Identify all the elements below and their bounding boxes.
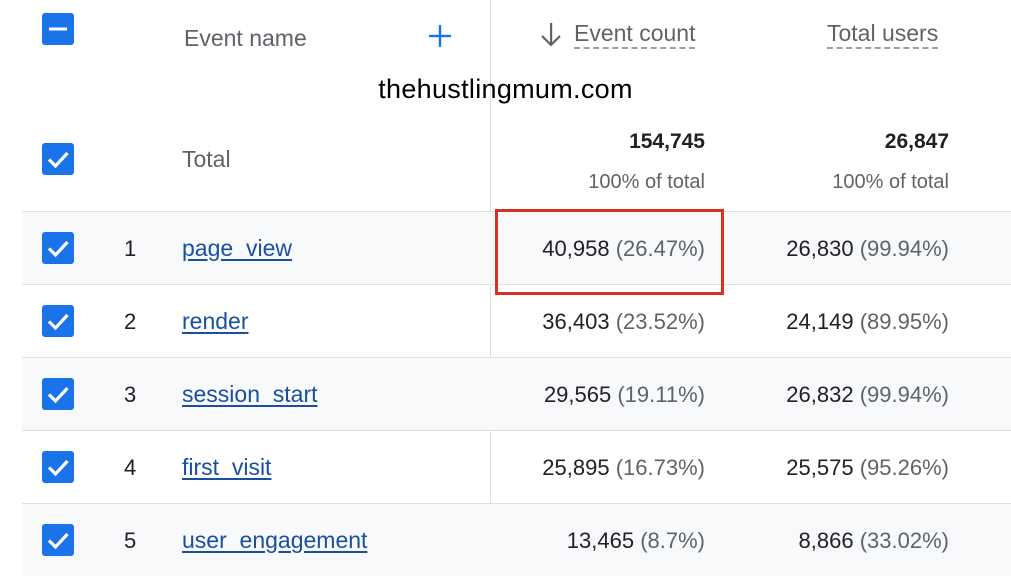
- row-checkbox[interactable]: [42, 232, 74, 264]
- highlight-box: [495, 209, 724, 295]
- event-name-link[interactable]: page_view: [182, 235, 292, 262]
- event-count-cell: 36,403 (23.52%): [542, 309, 705, 335]
- total-users-value: 8,866: [798, 528, 854, 553]
- event-count-percent: (19.11%): [617, 382, 705, 407]
- event-count-percent: (23.52%): [615, 309, 705, 334]
- row-rank: 3: [124, 382, 137, 407]
- total-checkbox[interactable]: [42, 143, 74, 175]
- total-users-value: 24,149: [786, 309, 854, 334]
- total-users-cell: 26,832 (99.94%): [786, 382, 949, 408]
- total-users-percent: (89.95%): [859, 309, 949, 334]
- event-name-link[interactable]: session_start: [182, 381, 318, 408]
- total-users-percent: (99.94%): [859, 382, 949, 407]
- row-checkbox[interactable]: [42, 305, 74, 337]
- plus-icon[interactable]: [428, 24, 452, 48]
- total-users-percent: (95.26%): [859, 455, 949, 480]
- row-rank: 4: [124, 455, 137, 480]
- total-users-value: 26,847: [884, 130, 949, 153]
- row-rank: 2: [124, 309, 137, 334]
- event-count-percent: (16.73%): [615, 455, 705, 480]
- total-users-value: 26,830: [786, 236, 854, 261]
- total-label: Total: [182, 146, 231, 172]
- total-users-cell: 25,575 (95.26%): [786, 455, 949, 481]
- check-icon: [47, 459, 69, 477]
- row-checkbox[interactable]: [42, 378, 74, 410]
- event-count-value: 36,403: [542, 309, 610, 334]
- total-users-cell: 26,830 (99.94%): [786, 236, 949, 262]
- event-count-value: 29,565: [543, 382, 612, 407]
- total-users-sub: 100% of total: [832, 171, 949, 193]
- total-event-count: 154,745: [629, 130, 705, 153]
- row-rank: 1: [124, 236, 137, 261]
- select-all-checkbox[interactable]: [42, 13, 74, 45]
- check-icon: [47, 532, 69, 550]
- event-name-link[interactable]: render: [182, 308, 248, 335]
- events-table: Event name Event count Total users thehu…: [0, 0, 1011, 576]
- event-count-value: 25,895: [542, 455, 610, 480]
- arrow-down-icon[interactable]: [540, 22, 562, 48]
- row-checkbox[interactable]: [42, 524, 74, 556]
- total-users-cell: 24,149 (89.95%): [786, 309, 949, 335]
- total-event-count-sub: 100% of total: [588, 171, 705, 193]
- total-users-percent: (99.94%): [859, 236, 949, 261]
- check-icon: [47, 240, 69, 258]
- check-icon: [47, 313, 69, 331]
- total-users-header[interactable]: Total users: [827, 20, 939, 49]
- event-count-percent: (8.7%): [640, 528, 705, 553]
- watermark-text: thehustlingmum.com: [378, 74, 633, 104]
- event-name-link[interactable]: user_engagement: [182, 527, 367, 554]
- total-users-percent: (33.02%): [859, 528, 949, 553]
- event-name-header[interactable]: Event name: [184, 25, 307, 52]
- event-count-cell: 25,895 (16.73%): [542, 455, 705, 481]
- row-checkbox[interactable]: [42, 451, 74, 483]
- total-users-cell: 8,866 (33.02%): [799, 528, 949, 554]
- row-rank: 5: [124, 528, 137, 553]
- event-name-link[interactable]: first_visit: [182, 454, 271, 481]
- event-count-value: 13,465: [566, 528, 635, 553]
- minus-icon: [49, 27, 67, 31]
- event-count-cell: 13,465 (8.7%): [567, 528, 705, 554]
- total-users-value: 26,832: [786, 382, 854, 407]
- total-users-value: 25,575: [786, 455, 854, 480]
- event-count-header[interactable]: Event count: [574, 20, 696, 49]
- event-count-cell: 29,565 (19.11%): [544, 382, 705, 408]
- check-icon: [47, 151, 69, 169]
- check-icon: [47, 386, 69, 404]
